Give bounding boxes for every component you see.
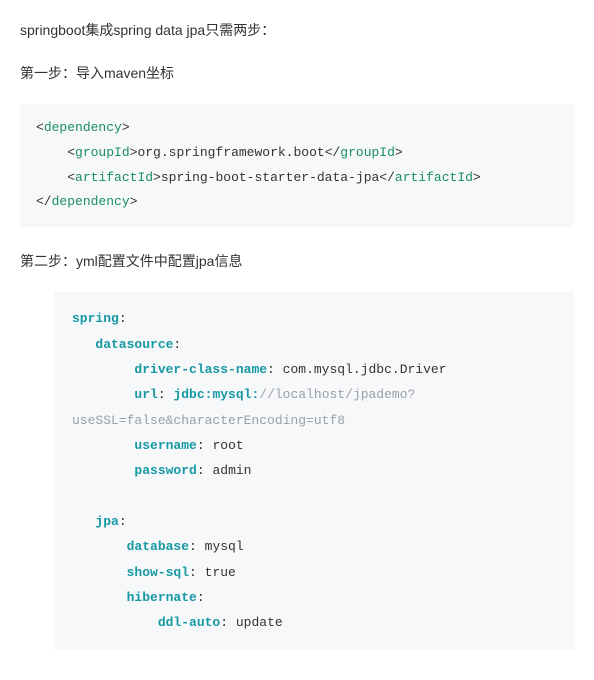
yml-url-prefix: jdbc:mysql: — [173, 387, 259, 402]
tag-groupid-close: groupId — [340, 145, 395, 160]
intro-text: springboot集成spring data jpa只需两步： — [20, 18, 574, 43]
yml-driver-key: driver-class-name — [134, 362, 267, 377]
yml-driver-val: com.mysql.jdbc.Driver — [283, 362, 447, 377]
step2-title: 第二步：yml配置文件中配置jpa信息 — [20, 249, 574, 274]
yml-spring: spring — [72, 311, 119, 326]
yml-username-key: username — [134, 438, 196, 453]
yml-url-key: url — [134, 387, 157, 402]
artifactid-value: spring-boot-starter-data-jpa — [161, 170, 379, 185]
yml-datasource: datasource — [95, 337, 173, 352]
yml-password-val: admin — [212, 463, 251, 478]
yml-code-block: spring: datasource: driver-class-name: c… — [54, 292, 574, 649]
yml-jpa: jpa — [95, 514, 118, 529]
yml-username-val: root — [212, 438, 243, 453]
tag-artifactid-open: artifactId — [75, 170, 153, 185]
tag-dependency-open: dependency — [44, 120, 122, 135]
maven-code-block: <dependency> <groupId>org.springframewor… — [20, 104, 574, 227]
yml-url-line2: useSSL=false&characterEncoding=utf8 — [72, 413, 345, 428]
yml-hibernate: hibernate — [127, 590, 197, 605]
yml-database-key: database — [127, 539, 189, 554]
yml-password-key: password — [134, 463, 196, 478]
step1-title: 第一步：导入maven坐标 — [20, 61, 574, 86]
yml-ddlauto-key: ddl-auto — [158, 615, 220, 630]
tag-artifactid-close: artifactId — [395, 170, 473, 185]
tag-dependency-close: dependency — [52, 194, 130, 209]
yml-url-rest: //localhost/jpademo? — [259, 387, 415, 402]
tag-groupid-open: groupId — [75, 145, 130, 160]
yml-showsql-key: show-sql — [127, 565, 189, 580]
yml-ddlauto-val: update — [236, 615, 283, 630]
groupid-value: org.springframework.boot — [137, 145, 324, 160]
yml-database-val: mysql — [205, 539, 244, 554]
yml-showsql-val: true — [205, 565, 236, 580]
